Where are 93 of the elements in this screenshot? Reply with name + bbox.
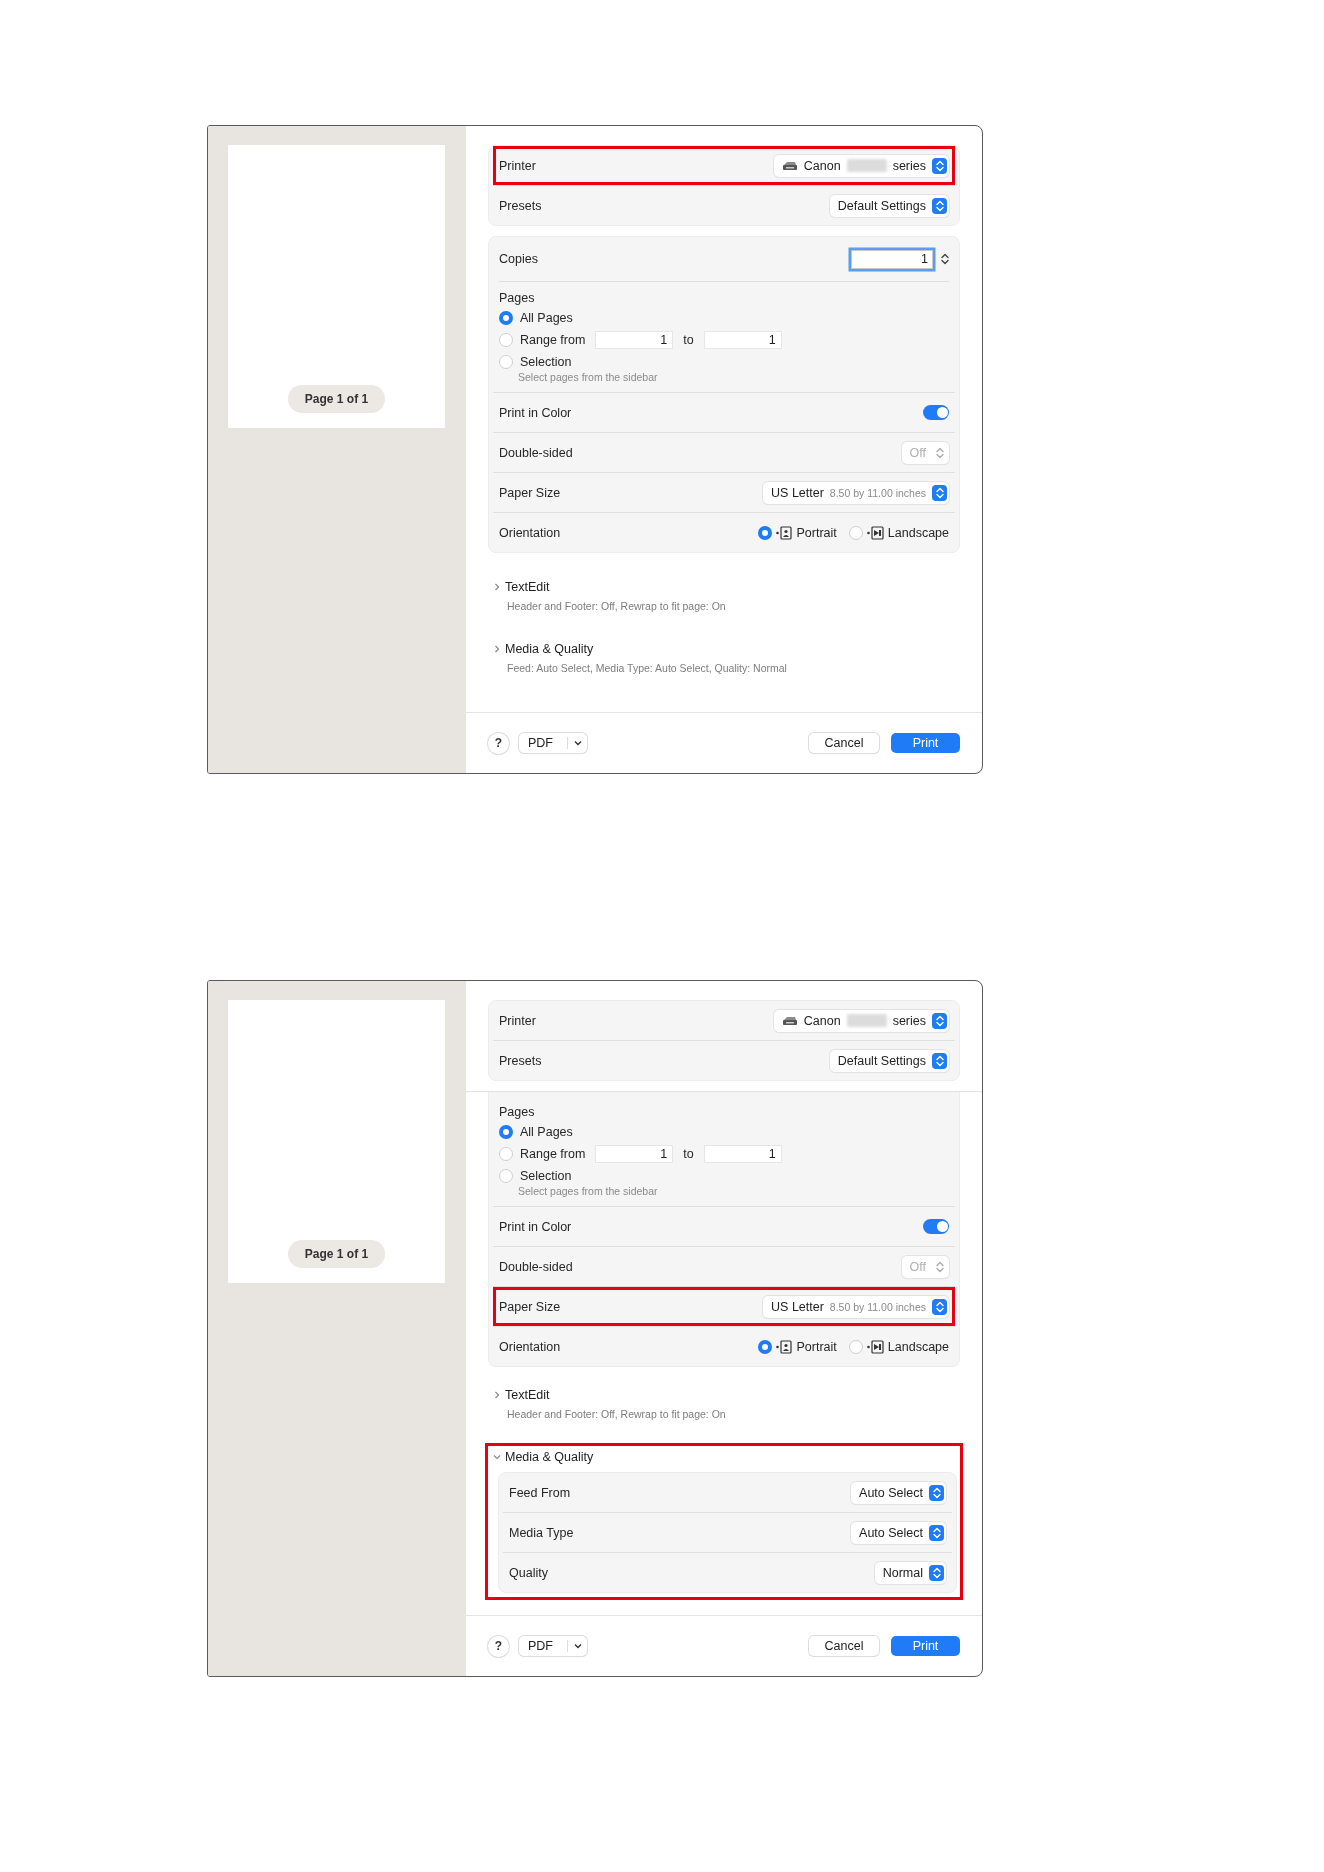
option-label: All Pages — [520, 1124, 573, 1139]
cancel-button[interactable]: Cancel — [809, 733, 879, 753]
print-button[interactable]: Print — [891, 733, 960, 753]
popup-menu[interactable]: Canon series — [773, 154, 949, 177]
up-down-arrows-icon — [932, 1486, 941, 1499]
section-title[interactable]: TextEdit — [505, 1388, 550, 1402]
range-from-field[interactable]: 1 — [596, 331, 673, 348]
printer-icon — [781, 160, 798, 171]
up-down-arrows-icon — [932, 1566, 941, 1579]
section-title[interactable]: Media & Quality — [505, 1450, 594, 1464]
popup-menu[interactable]: Default Settings — [829, 194, 949, 217]
popup-menu[interactable]: US Letter 8.50 by 11.00 inches — [763, 481, 949, 504]
option-label: All Pages — [520, 310, 573, 325]
range-joiner: to — [683, 1146, 694, 1161]
up-down-arrows-icon — [935, 446, 944, 459]
up-down-arrows-icon — [935, 1054, 944, 1067]
copies-field[interactable]: 1 — [851, 249, 933, 269]
setting-label: Copies — [499, 252, 538, 266]
chevron-right-icon[interactable] — [493, 583, 501, 591]
radio-button[interactable] — [757, 525, 772, 540]
landscape-orientation-icon — [866, 525, 884, 540]
up-down-arrows-icon — [935, 486, 944, 499]
chevron-right-icon[interactable] — [493, 1391, 501, 1399]
chevron-down-icon[interactable] — [493, 1453, 501, 1461]
popup-menu[interactable]: Canon series — [773, 1009, 949, 1032]
section-title[interactable]: Media & Quality — [505, 642, 594, 656]
pdf-menu-button[interactable]: PDF — [519, 733, 587, 753]
up-down-arrows-icon — [935, 159, 944, 172]
help-button[interactable]: ? — [488, 732, 509, 754]
option-label: Landscape — [887, 525, 949, 540]
chevron-right-icon[interactable] — [493, 645, 501, 653]
range-from-field[interactable]: 1 — [596, 1145, 673, 1162]
setting-label: Feed From — [509, 1485, 571, 1500]
setting-label: Presets — [499, 1053, 542, 1068]
option-label: Portrait — [796, 1339, 837, 1354]
popup-menu[interactable]: US Letter 8.50 by 11.00 inches — [763, 1295, 949, 1318]
option-note: Select pages from the sidebar — [518, 371, 659, 383]
print-button[interactable]: Print — [891, 1636, 960, 1656]
option-label: Portrait — [796, 525, 837, 540]
setting-label: Print in Color — [499, 1219, 572, 1234]
option-label: Selection — [520, 1168, 572, 1183]
range-to-field[interactable]: 1 — [704, 1145, 781, 1162]
up-down-arrows-icon — [935, 1014, 944, 1027]
stepper-arrows-icon — [941, 253, 949, 265]
section-summary: Feed: Auto Select, Media Type: Auto Select, Quality: Normal — [507, 662, 788, 674]
printer-icon — [781, 1015, 798, 1026]
pdf-menu-button[interactable]: PDF — [519, 1636, 587, 1656]
setting-label: Orientation — [499, 525, 561, 540]
page-counter: Page 1 of 1 — [287, 1240, 386, 1268]
toggle-switch[interactable] — [923, 405, 949, 420]
setting-label: Quality — [509, 1565, 548, 1580]
setting-label: Printer — [499, 158, 536, 173]
toggle-switch[interactable] — [923, 1219, 949, 1234]
section-summary: Header and Footer: Off, Rewrap to fit page: On — [507, 600, 727, 612]
setting-label: Double-sided — [499, 1259, 573, 1274]
option-label: Range from — [520, 1146, 586, 1161]
setting-label: Orientation — [499, 1339, 561, 1354]
help-button[interactable]: ? — [488, 1635, 509, 1657]
setting-label: Pages — [499, 1105, 536, 1119]
option-label: Landscape — [887, 1339, 949, 1354]
up-down-arrows-icon — [932, 1526, 941, 1539]
caret-icon — [574, 740, 582, 746]
radio-button[interactable] — [499, 1124, 513, 1139]
setting-label: Double-sided — [499, 445, 573, 460]
popup-menu[interactable]: Normal — [874, 1561, 946, 1584]
radio-button[interactable] — [757, 1339, 772, 1354]
up-down-arrows-icon — [935, 1300, 944, 1313]
setting-label: Print in Color — [499, 405, 572, 420]
setting-label: Presets — [499, 198, 542, 213]
setting-label: Pages — [499, 291, 536, 305]
popup-menu[interactable]: Default Settings — [829, 1049, 949, 1072]
section-summary: Header and Footer: Off, Rewrap to fit page: On — [507, 1408, 727, 1420]
option-label: Range from — [520, 332, 586, 347]
range-joiner: to — [683, 332, 694, 347]
landscape-orientation-icon — [866, 1339, 884, 1354]
setting-label: Paper Size — [499, 485, 561, 500]
cancel-button[interactable]: Cancel — [809, 1636, 879, 1656]
up-down-arrows-icon — [935, 1260, 944, 1273]
page-counter: Page 1 of 1 — [287, 385, 386, 413]
portrait-orientation-icon — [775, 1339, 793, 1354]
radio-button[interactable] — [499, 310, 513, 325]
setting-label: Paper Size — [499, 1299, 561, 1314]
setting-label: Media Type — [509, 1525, 574, 1540]
caret-icon — [574, 1643, 582, 1649]
up-down-arrows-icon — [935, 199, 944, 212]
section-title[interactable]: TextEdit — [505, 580, 550, 594]
popup-menu[interactable]: Auto Select — [851, 1481, 946, 1504]
range-to-field[interactable]: 1 — [704, 331, 781, 348]
option-note: Select pages from the sidebar — [518, 1185, 659, 1197]
option-label: Selection — [520, 354, 572, 369]
portrait-orientation-icon — [775, 525, 793, 540]
popup-menu[interactable]: Auto Select — [851, 1521, 946, 1544]
setting-label: Printer — [499, 1013, 536, 1028]
